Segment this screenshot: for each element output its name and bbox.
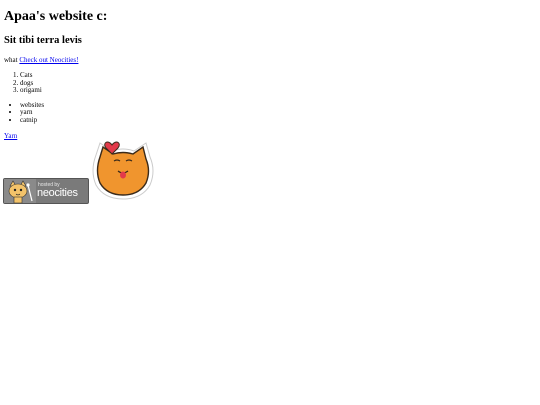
list-item: dogs — [20, 79, 534, 88]
list-item: websites — [20, 101, 534, 110]
intro-text: what — [4, 56, 18, 64]
intro-paragraph: what Check out Neocities! — [4, 56, 534, 65]
page-title: Apaa's website c: — [4, 9, 108, 24]
list-item: catnip — [20, 116, 534, 125]
list-item: Cats — [20, 71, 534, 80]
list-item: origami — [20, 87, 534, 95]
neocities-link[interactable]: Check out Neocities! — [19, 56, 78, 64]
neocities-badge[interactable]: hosted by neocities — [3, 178, 89, 204]
neocities-cat-icon — [4, 179, 36, 203]
orange-cat-heart-icon — [92, 141, 154, 200]
unordered-list: websites yarn catnip — [4, 101, 534, 125]
page-subtitle: Sit tibi terra levis — [4, 35, 82, 46]
badge-brand-text: neocities — [37, 187, 78, 199]
page-content: Apaa's website c: Sit tibi terra levis w… — [4, 0, 534, 141]
image-row: hosted by neocities — [3, 135, 163, 205]
ordered-list: Cats dogs origami — [4, 71, 534, 95]
list-item: yarn — [20, 109, 534, 117]
